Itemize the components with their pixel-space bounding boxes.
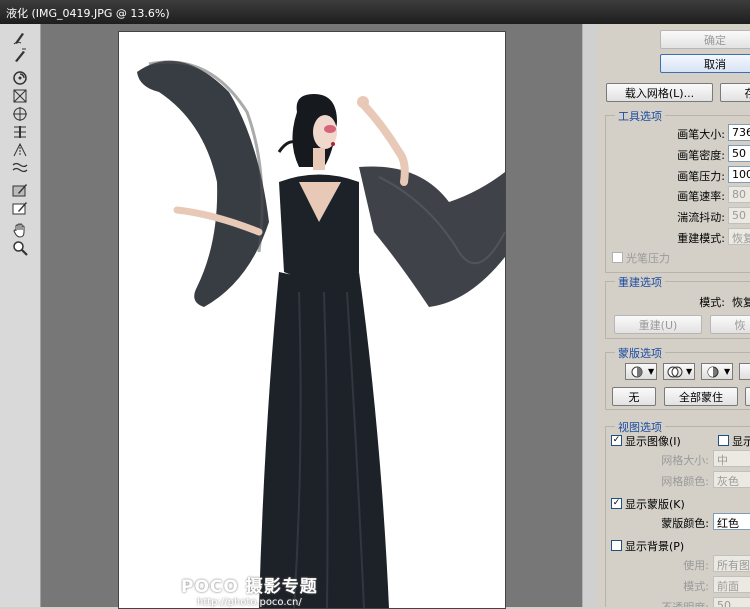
forward-warp-tool-icon[interactable] — [11, 29, 29, 46]
subtract-from-selection-button[interactable]: ▼ — [701, 363, 733, 380]
window-titlebar: 液化 (IMG_0419.JPG @ 13.6%) — [0, 0, 750, 24]
window-title: 液化 (IMG_0419.JPG @ 13.6%) — [6, 7, 170, 20]
show-mask-label: 显示蒙版(K) — [625, 498, 685, 511]
canvas-scrollbar[interactable] — [582, 24, 598, 607]
reconstruct-tool-icon[interactable] — [11, 46, 29, 63]
brush-rate-label: 画笔速率: — [677, 190, 725, 203]
brush-size-label: 画笔大小: — [677, 128, 725, 141]
brush-density-label: 画笔密度: — [677, 149, 725, 162]
dancer-photo — [137, 60, 505, 608]
show-backdrop-checkbox[interactable] — [611, 540, 622, 551]
hand-tool-icon[interactable] — [11, 221, 29, 238]
watermark-url: http://photo.poco.cn/ — [196, 597, 302, 608]
brush-pressure-label: 画笔压力: — [677, 170, 725, 183]
turbulence-tool-icon[interactable] — [11, 159, 29, 176]
watermark-brand: POCO 摄影专题 — [181, 577, 318, 597]
subtract-from-selection-icon — [707, 366, 719, 377]
thaw-mask-tool-icon[interactable] — [11, 199, 29, 216]
reconstruct-mode2-select[interactable]: 恢复 — [728, 292, 750, 309]
backdrop-use-label: 使用: — [683, 559, 709, 572]
intersect-selection-button[interactable] — [739, 363, 750, 380]
reconstruct-mode-select[interactable]: 恢复 — [728, 228, 750, 245]
mesh-color-label: 网格颜色: — [661, 475, 709, 488]
mask-mode-buttons: ▼ ▼ ▼ — [625, 363, 750, 380]
mesh-size-label: 网格大小: — [661, 454, 709, 467]
replace-selection-button[interactable]: ▼ — [625, 363, 657, 380]
tool-options-title: 工具选项 — [615, 108, 665, 124]
replace-selection-icon — [631, 366, 643, 377]
turbulent-jitter-label: 湍流抖动: — [677, 211, 725, 224]
chevron-down-icon: ▼ — [648, 367, 655, 376]
push-left-tool-icon[interactable] — [11, 123, 29, 140]
watermark: POCO 摄影专题 http://photo.poco.cn/ — [181, 572, 318, 608]
mask-options-title: 蒙版选项 — [615, 345, 665, 361]
show-image-checkbox[interactable]: ✓ — [611, 435, 622, 446]
add-to-selection-icon — [667, 366, 683, 377]
restore-all-button[interactable]: 恢 — [710, 315, 750, 334]
reconstruct-options-title: 重建选项 — [615, 274, 665, 290]
freeze-mask-tool-icon[interactable] — [11, 181, 29, 198]
mirror-tool-icon[interactable] — [11, 141, 29, 158]
chevron-down-icon: ▼ — [724, 367, 731, 376]
show-mask-checkbox[interactable]: ✓ — [611, 498, 622, 509]
show-mesh-checkbox[interactable] — [718, 435, 729, 446]
stylus-pressure-checkbox[interactable] — [612, 252, 623, 263]
preview-canvas[interactable]: POCO 摄影专题 http://photo.poco.cn/ — [41, 24, 597, 609]
bloat-tool-icon[interactable] — [11, 105, 29, 122]
backdrop-opacity-label: 不透明度: — [637, 599, 709, 607]
options-panel: 确定 取消 载入网格(L)... 存 工具选项 画笔大小: 736 画笔密度: … — [597, 24, 750, 607]
backdrop-opacity-input[interactable]: 50 — [713, 597, 750, 607]
show-image-label: 显示图像(I) — [625, 435, 681, 448]
backdrop-mode-label: 模式: — [683, 580, 709, 593]
cancel-button[interactable]: 取消 — [660, 54, 750, 73]
stylus-pressure-label: 光笔压力 — [626, 252, 670, 265]
show-mesh-label: 显示 — [732, 435, 750, 448]
brush-density-input[interactable]: 50 — [728, 145, 750, 162]
ok-button[interactable]: 确定 — [660, 30, 750, 49]
mesh-size-select[interactable]: 中 — [713, 450, 750, 467]
zoom-tool-icon[interactable] — [11, 239, 29, 256]
tool-strip — [0, 24, 41, 607]
photo-preview — [118, 31, 506, 609]
backdrop-mode-select[interactable]: 前面 — [713, 576, 750, 593]
twirl-clockwise-tool-icon[interactable] — [11, 69, 29, 86]
turbulent-jitter-input[interactable]: 50 — [728, 207, 750, 224]
chevron-down-icon: ▼ — [686, 367, 693, 376]
mesh-color-select[interactable]: 灰色 — [713, 471, 750, 488]
mask-color-select[interactable]: 红色 — [713, 513, 750, 530]
reconstruct-mode-label: 重建模式: — [677, 232, 725, 245]
load-mesh-button[interactable]: 载入网格(L)... — [606, 83, 713, 102]
mask-all-button[interactable]: 全部蒙住 — [664, 387, 738, 406]
add-to-selection-button[interactable]: ▼ — [663, 363, 695, 380]
brush-pressure-input[interactable]: 100 — [728, 166, 750, 183]
mask-color-label: 蒙版颜色: — [661, 517, 709, 530]
brush-rate-input[interactable]: 80 — [728, 186, 750, 203]
mask-none-button[interactable]: 无 — [612, 387, 656, 406]
save-mesh-button[interactable]: 存 — [720, 83, 750, 102]
invert-all-button[interactable] — [745, 387, 750, 406]
brush-size-input[interactable]: 736 — [728, 124, 750, 141]
reconstruct-button[interactable]: 重建(U) — [614, 315, 702, 334]
backdrop-use-select[interactable]: 所有图层 — [713, 555, 750, 572]
reconstruct-mode2-label: 模式: — [699, 296, 725, 309]
show-backdrop-label: 显示背景(P) — [625, 540, 685, 553]
pucker-tool-icon[interactable] — [11, 87, 29, 104]
